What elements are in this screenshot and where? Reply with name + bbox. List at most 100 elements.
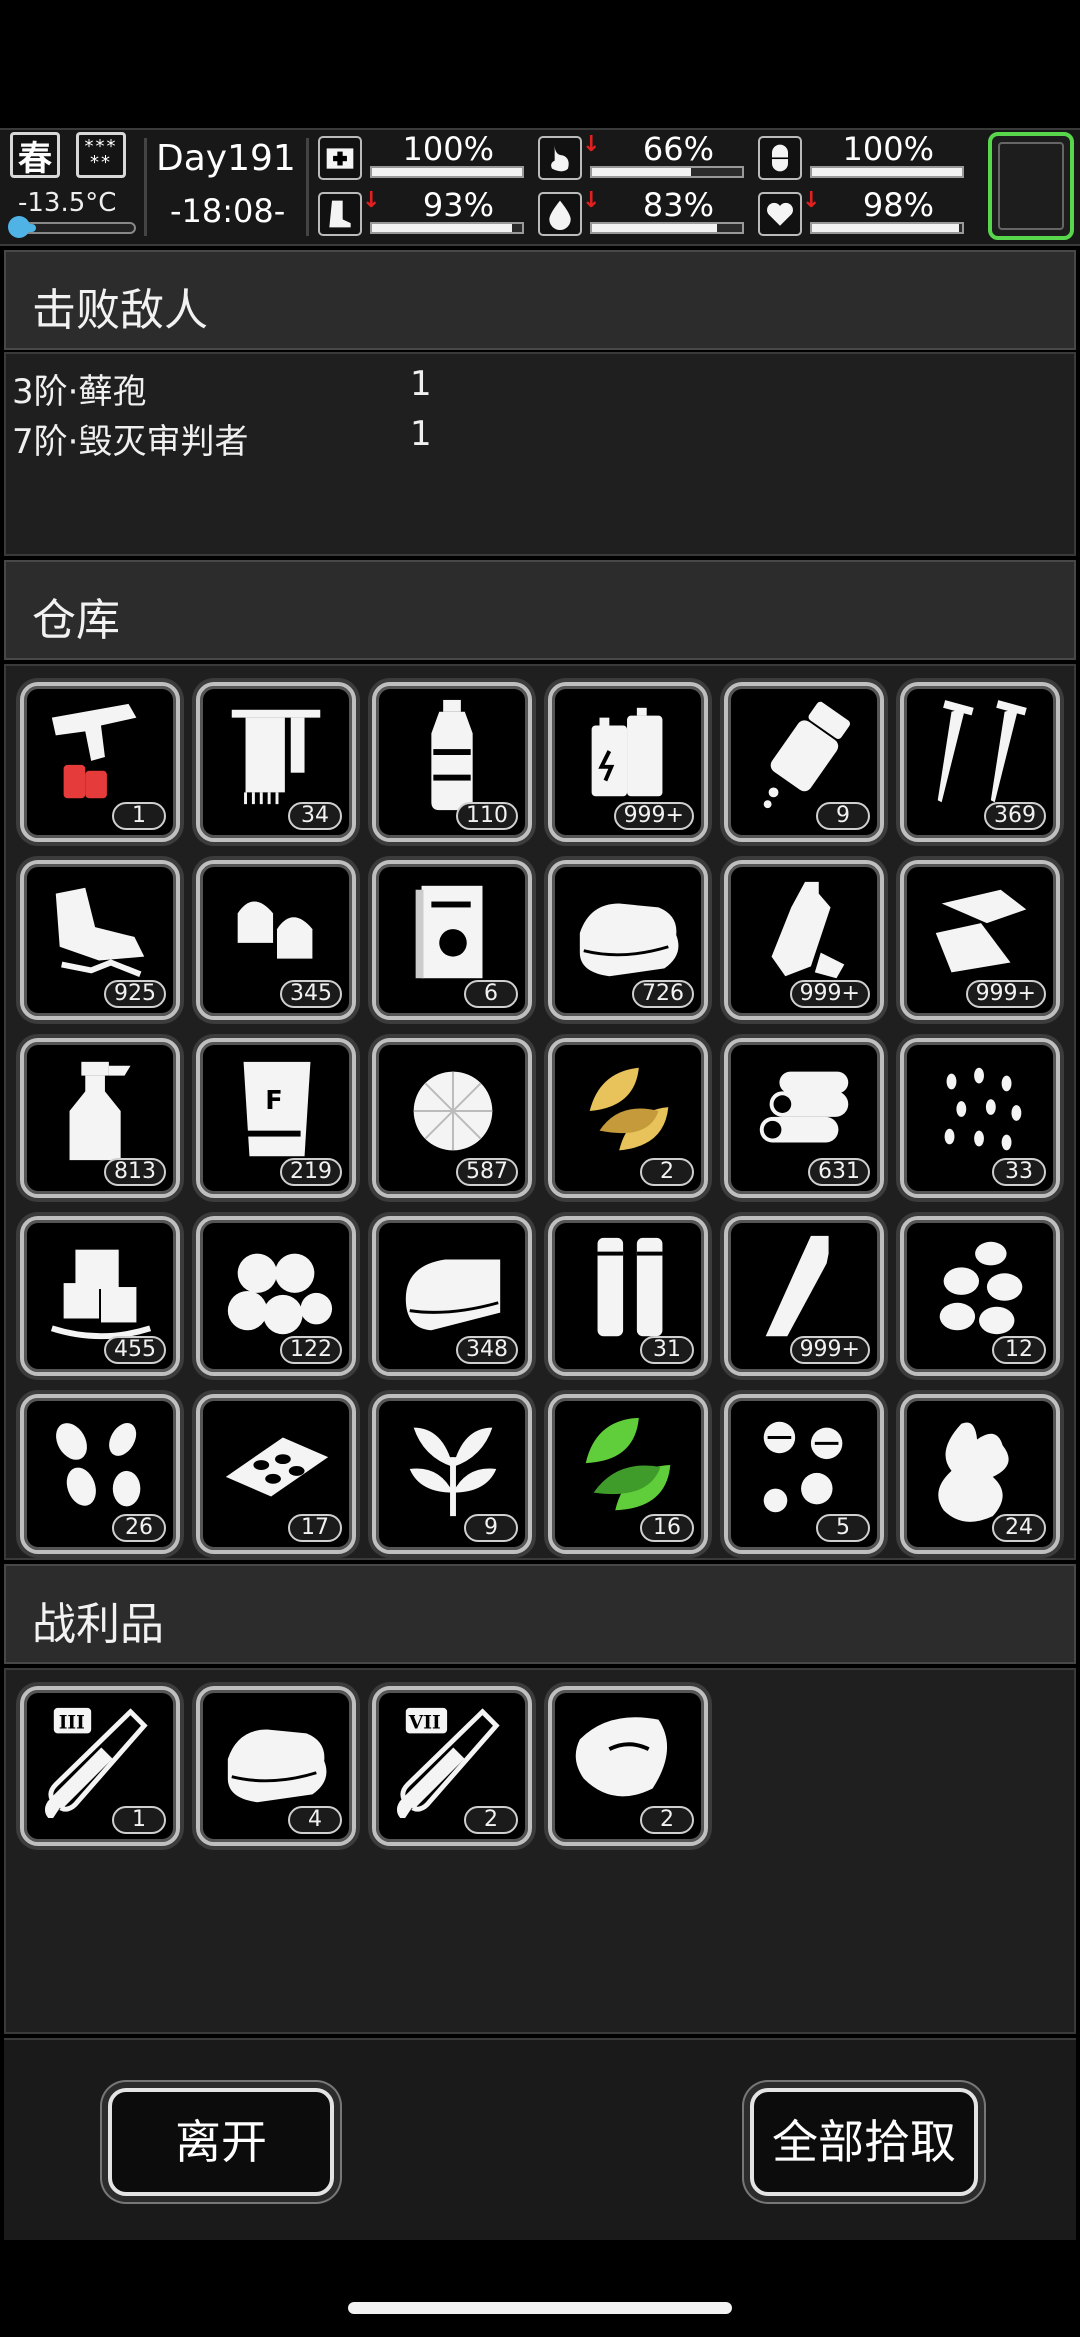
item-slot[interactable]: VII 2 [372, 1686, 532, 1846]
medkit-icon [318, 136, 362, 180]
svg-text:VII: VII [408, 1712, 441, 1734]
item-slot[interactable]: 110 [372, 682, 532, 842]
home-indicator[interactable] [348, 2302, 732, 2314]
item-slot[interactable]: 999+ [548, 682, 708, 842]
stat-value: 83% [642, 186, 714, 224]
item-slot[interactable]: 726 [548, 860, 708, 1020]
defeated-enemies-header: 击败敌人 [4, 250, 1076, 350]
item-slot[interactable]: 999+ [724, 1216, 884, 1376]
stat-bar [810, 222, 964, 234]
loot-grid: III 1 4 VII 2 2 [4, 1668, 1076, 2034]
item-slot[interactable]: 345 [196, 860, 356, 1020]
footer: 离开 全部拾取 [4, 2038, 1076, 2240]
stat-value: 100% [842, 130, 934, 168]
item-slot[interactable]: 33 [900, 1038, 1060, 1198]
loot-header: 战利品 [4, 1564, 1076, 1664]
item-slot[interactable]: 348 [372, 1216, 532, 1376]
item-slot[interactable]: 17 [196, 1394, 356, 1554]
item-count-badge: 17 [288, 1514, 342, 1542]
item-slot[interactable]: 925 [20, 860, 180, 1020]
item-slot[interactable]: 6 [372, 860, 532, 1020]
item-count-badge: 455 [104, 1336, 166, 1364]
item-slot[interactable]: 26 [20, 1394, 180, 1554]
item-count-badge: 2 [640, 1158, 694, 1186]
warehouse-header: 仓库 [4, 560, 1076, 660]
item-count-badge: 16 [640, 1514, 694, 1542]
section-title: 击败敌人 [32, 285, 208, 336]
item-count-badge: 999+ [789, 1336, 870, 1364]
item-count-badge: 999+ [613, 802, 694, 830]
item-count-badge: 9 [464, 1514, 518, 1542]
item-slot[interactable]: 12 [900, 1216, 1060, 1376]
item-count-badge: 24 [992, 1514, 1046, 1542]
item-slot[interactable]: 631 [724, 1038, 884, 1198]
stat-bar [590, 222, 744, 234]
item-slot[interactable]: III 1 [20, 1686, 180, 1846]
stat-value: 98% [862, 186, 934, 224]
enemy-name: 7阶·毁灭审判者 [12, 422, 249, 462]
item-count-badge: 2 [640, 1806, 694, 1834]
item-slot[interactable]: 999+ [900, 860, 1060, 1020]
item-count-badge: 1 [112, 1806, 166, 1834]
item-slot[interactable]: 369 [900, 682, 1060, 842]
item-slot[interactable]: 5 [724, 1394, 884, 1554]
svg-text:F: F [265, 1086, 282, 1116]
item-slot[interactable]: 2 [548, 1038, 708, 1198]
season-indicator: 春 [10, 132, 60, 179]
item-count-badge: 26 [112, 1514, 166, 1542]
warehouse-grid: 1 34 110 999+ 9 369 925 345 6 726 999+ 999+ 813 F 219 5… [4, 664, 1076, 1560]
item-count-badge: 110 [456, 802, 518, 830]
item-slot[interactable]: 587 [372, 1038, 532, 1198]
status-bar: 春 *** ** -13.5°C Day191 -18:08- 100% ↓ 66% 1… [0, 128, 1080, 246]
item-count-badge: 348 [456, 1336, 518, 1364]
thermometer-icon [8, 216, 30, 238]
item-slot[interactable]: 16 [548, 1394, 708, 1554]
item-slot[interactable]: 9 [372, 1394, 532, 1554]
item-count-badge: 33 [992, 1158, 1046, 1186]
item-count-badge: 5 [816, 1514, 870, 1542]
take-all-button[interactable]: 全部拾取 [750, 2088, 978, 2196]
leave-button[interactable]: 离开 [108, 2088, 334, 2196]
item-count-badge: 999+ [965, 980, 1046, 1008]
item-slot[interactable]: 122 [196, 1216, 356, 1376]
enemy-count: 1 [410, 414, 432, 454]
item-count-badge: 219 [280, 1158, 342, 1186]
section-title: 仓库 [32, 595, 120, 646]
day-counter: Day191 [156, 138, 296, 179]
item-slot[interactable]: 999+ [724, 860, 884, 1020]
item-slot[interactable]: 2 [548, 1686, 708, 1846]
stat-value: 66% [642, 130, 714, 168]
item-count-badge: 12 [992, 1336, 1046, 1364]
item-count-badge: 813 [104, 1158, 166, 1186]
item-count-badge: 6 [464, 980, 518, 1008]
item-slot[interactable]: 31 [548, 1216, 708, 1376]
stat-bar [810, 166, 964, 178]
stat-value: 93% [422, 186, 494, 224]
item-slot[interactable]: 455 [20, 1216, 180, 1376]
pill-icon [758, 136, 802, 180]
item-count-badge: 587 [456, 1158, 518, 1186]
item-count-badge: 9 [816, 802, 870, 830]
item-slot[interactable]: 9 [724, 682, 884, 842]
item-slot[interactable]: 24 [900, 1394, 1060, 1554]
clock: -18:08- [170, 192, 286, 230]
water-drop-icon [538, 192, 582, 236]
item-slot[interactable]: F 219 [196, 1038, 356, 1198]
item-slot[interactable]: 1 [20, 682, 180, 842]
divider [306, 138, 309, 236]
enemy-name: 3阶·藓孢 [12, 372, 147, 412]
item-count-badge: 4 [288, 1806, 342, 1834]
defeated-enemies-list: 3阶·藓孢 1 7阶·毁灭审判者 1 [4, 352, 1076, 556]
section-title: 战利品 [32, 1599, 164, 1650]
item-count-badge: 31 [640, 1336, 694, 1364]
item-count-badge: 345 [280, 980, 342, 1008]
svg-text:III: III [59, 1712, 85, 1734]
item-slot[interactable]: 813 [20, 1038, 180, 1198]
item-slot[interactable]: 4 [196, 1686, 356, 1846]
item-slot[interactable]: 34 [196, 682, 356, 842]
stat-bar [370, 166, 524, 178]
map-button[interactable] [988, 132, 1074, 240]
heart-icon [758, 192, 802, 236]
item-count-badge: 369 [984, 802, 1046, 830]
stomach-icon [538, 136, 582, 180]
